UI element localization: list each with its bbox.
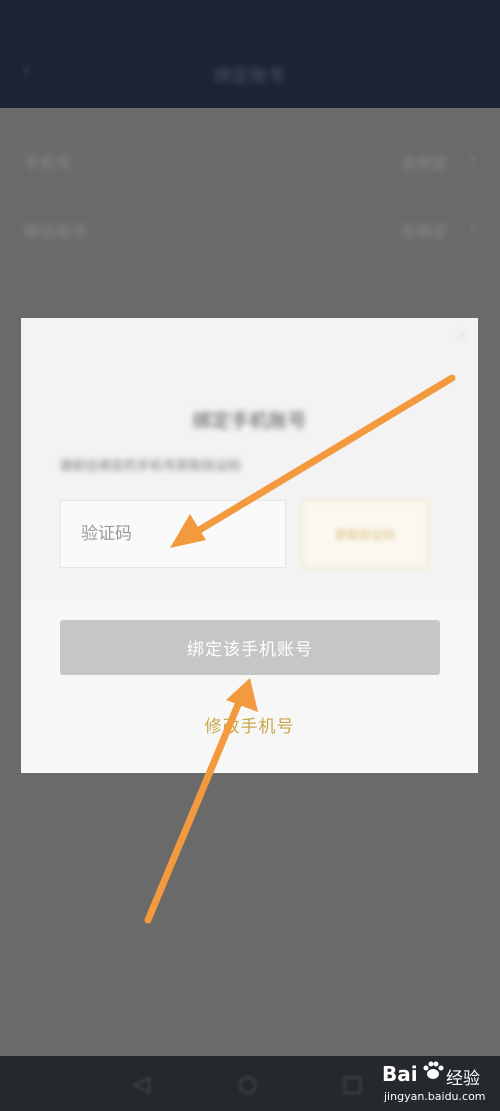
verification-code-input[interactable] [60, 500, 286, 568]
list-item-label: 手机号 [24, 154, 73, 173]
top-navigation-bar: ‹ 绑定账号 [0, 0, 500, 108]
dialog-title: 绑定手机账号 [192, 410, 307, 432]
list-item-value: 去绑定 [399, 154, 448, 173]
chevron-right-icon: › [468, 216, 476, 237]
bind-phone-button[interactable]: 绑定该手机账号 [60, 620, 440, 675]
paw-icon [423, 1061, 444, 1079]
list-item-label: 微信账号 [24, 222, 89, 241]
list-item-value: 去绑定 [399, 222, 448, 241]
dialog-description: 请前往绑定的手机号获取验证码 [59, 459, 242, 474]
home-circle-icon[interactable]: ○ [238, 1072, 257, 1097]
watermark-url: jingyan.baidu.com [384, 1090, 486, 1103]
chevron-right-icon: › [468, 148, 476, 169]
baidu-jingyan-watermark: Bai 经验 jingyan.baidu.com [382, 1060, 498, 1110]
watermark-logo: Bai [382, 1062, 418, 1086]
modify-phone-link[interactable]: 修改手机号 [21, 712, 478, 737]
close-icon[interactable]: ✕ [456, 328, 468, 344]
recent-square-icon[interactable]: □ [342, 1072, 363, 1097]
page-title: 绑定账号 [214, 66, 286, 87]
list-item-wechat[interactable]: 微信账号 去绑定 › [0, 200, 500, 260]
list-item-phone[interactable]: 手机号 去绑定 › [0, 132, 500, 192]
back-triangle-icon[interactable]: ◁ [133, 1072, 150, 1097]
bind-phone-dialog: ✕ 绑定手机账号 请前往绑定的手机号获取验证码 获取验证码 绑定该手机账号 修改… [21, 318, 478, 773]
get-code-button[interactable]: 获取验证码 [302, 500, 428, 568]
watermark-brand: 经验 [446, 1069, 480, 1089]
